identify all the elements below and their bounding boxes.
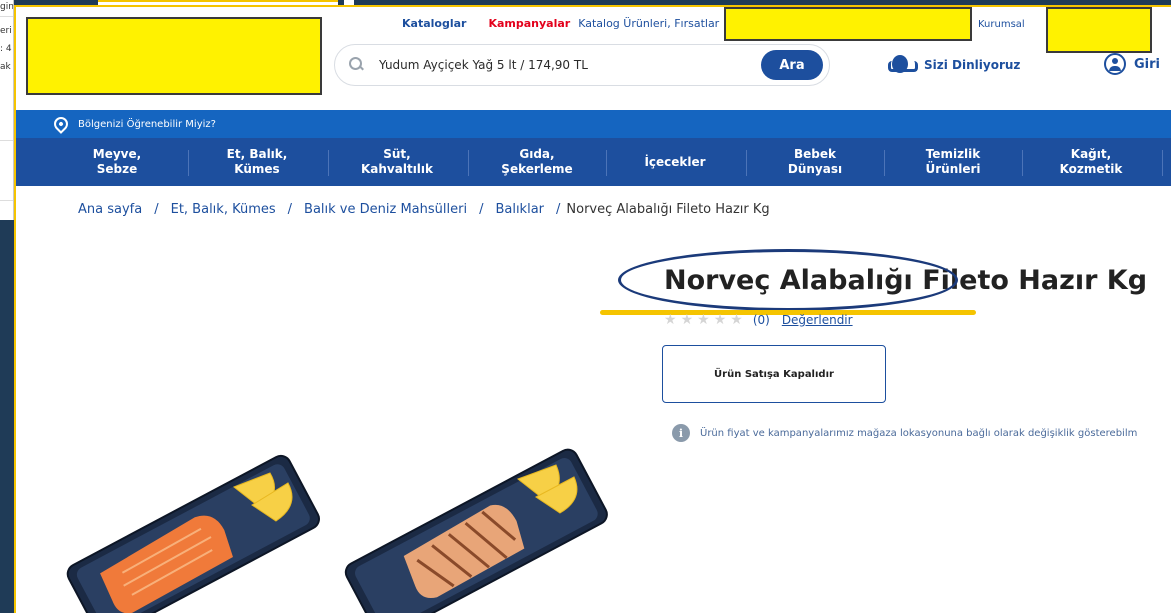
headset-icon [886,53,918,77]
info-text: Ürün fiyat ve kampanyalarımız mağaza lok… [700,427,1138,439]
region-bar[interactable]: Bölgenizi Öğrenebilir Miyiz? [16,110,1171,138]
catalog-products-link[interactable]: Katalog Ürünleri, Fırsatlar [578,17,719,30]
category-food-candy[interactable]: Gıda, Şekerleme [470,138,604,186]
bg-divider [0,16,13,17]
nav-divider [884,150,885,176]
category-beverages[interactable]: İçecekler [608,138,742,186]
region-label: Bölgenizi Öğrenebilir Miyiz? [78,118,216,130]
login-link[interactable]: Giri [1104,53,1160,75]
breadcrumb-separator: / [479,202,484,217]
redacted-link [724,7,972,41]
breadcrumb-home[interactable]: Ana sayfa [78,202,142,217]
bg-text-line: : 4 [0,44,12,54]
category-baby[interactable]: Bebek Dünyası [748,138,882,186]
category-nav: Meyve, Sebze Et, Balık, Kümes Süt, Kahva… [16,138,1171,186]
category-fruit-vegetable[interactable]: Meyve, Sebze [50,138,184,186]
search-icon [349,57,365,73]
breadcrumb-current: Norveç Alabalığı Fileto Hazır Kg [566,202,770,217]
location-pin-icon [51,114,71,134]
campaigns-link[interactable]: Kampanyalar [488,17,570,30]
star-icon: ★ [730,312,743,328]
redacted-link [1046,7,1152,53]
breadcrumb-separator: / [556,202,561,217]
nav-divider [468,150,469,176]
price-info-note: i Ürün fiyat ve kampanyalarımız mağaza l… [672,424,1137,442]
nav-divider [746,150,747,176]
product-image-raw-fillet[interactable] [56,447,326,613]
search-button[interactable]: Ara [761,50,823,80]
breadcrumb-separator: / [154,202,159,217]
star-icon: ★ [697,312,710,328]
breadcrumb-category[interactable]: Et, Balık, Kümes [171,202,276,217]
category-meat-fish-poultry[interactable]: Et, Balık, Kümes [190,138,324,186]
category-cleaning[interactable]: Temizlik Ürünleri [886,138,1020,186]
product-title: Norveç Alabalığı Fileto Hazır Kg [664,265,1148,296]
top-links: Kataloglar Kampanyalar Katalog Ürünleri,… [402,17,719,30]
rating-count: (0) [752,313,770,327]
product-status-button[interactable]: Ürün Satışa Kapalıdır [662,345,886,403]
bg-divider [0,200,13,201]
breadcrumb-separator: / [287,202,293,217]
background-window: gindir eri : 4 ak [0,0,14,220]
rate-link[interactable]: Değerlendir [782,313,853,327]
bg-divider [0,140,13,141]
site-header: Kataloglar Kampanyalar Katalog Ürünleri,… [16,7,1171,110]
nav-divider [328,150,329,176]
web-page: Kataloglar Kampanyalar Katalog Ürünleri,… [14,5,1171,613]
bg-text-line: ak [0,62,11,72]
corporate-link[interactable]: Kurumsal [978,19,1025,30]
star-icon: ★ [664,312,677,328]
category-paper-cosmetics[interactable]: Kağıt, Kozmetik [1024,138,1158,186]
breadcrumb: Ana sayfa / Et, Balık, Kümes / Balık ve … [78,202,770,217]
search-bar: Ara [334,44,830,86]
product-rating: ★ ★ ★ ★ ★ (0) Değerlendir [664,312,853,328]
bg-text-line: gindir [0,2,14,12]
star-icon: ★ [713,312,727,328]
nav-divider [1162,150,1163,176]
product-image-grilled-fillet[interactable] [334,439,614,613]
login-label: Giri [1134,56,1160,72]
nav-divider [188,150,189,176]
redacted-logo [26,17,322,95]
user-icon [1104,53,1126,75]
product-title-wrap: Norveç Alabalığı Fileto Hazır Kg [664,265,1147,296]
breadcrumb-subcategory[interactable]: Balık ve Deniz Mahsülleri [304,202,467,217]
feedback-link[interactable]: Sizi Dinliyoruz [886,53,1020,77]
info-icon: i [672,424,690,442]
breadcrumb-fish[interactable]: Balıklar [495,202,544,217]
bg-text-line: eri [0,26,12,36]
nav-divider [1022,150,1023,176]
nav-divider [606,150,607,176]
feedback-label: Sizi Dinliyoruz [924,58,1021,72]
category-dairy-breakfast[interactable]: Süt, Kahvaltılık [330,138,464,186]
catalogs-link[interactable]: Kataloglar [402,17,466,30]
star-icon: ★ [680,312,694,328]
